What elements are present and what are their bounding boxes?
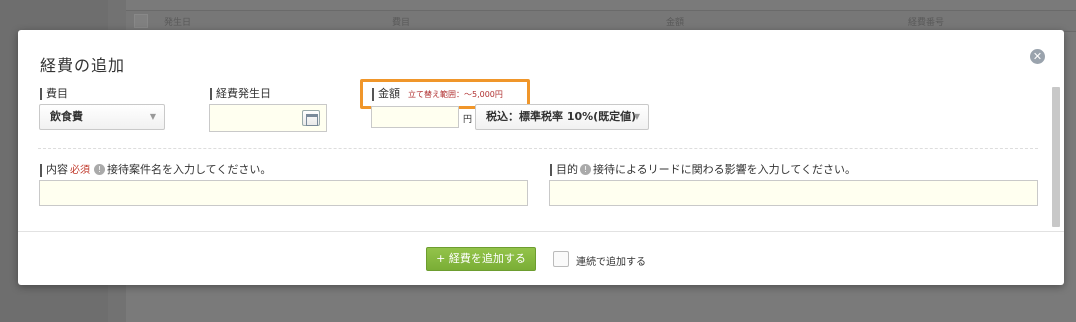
purpose-label-text: 目的 xyxy=(556,163,578,176)
purpose-input[interactable] xyxy=(549,180,1038,206)
dialog-footer: + 経費を追加する 連続で追加する xyxy=(18,231,1064,285)
close-icon[interactable]: ✕ xyxy=(1030,49,1045,64)
background-table-header: 発生日 費目 金額 経費番号 xyxy=(126,10,1076,32)
continuous-add-checkbox[interactable] xyxy=(553,251,569,267)
background-body xyxy=(126,286,1076,322)
amount-limit-hint: 立て替え範囲：〜5,000円 xyxy=(408,90,503,99)
content-label-text: 内容 xyxy=(46,163,68,176)
amount-label-text: 金額 xyxy=(378,87,400,100)
background-col-date: 発生日 xyxy=(164,18,192,28)
purpose-label: 目的! 接待によるリードに関わる影響を入力してください。 xyxy=(550,164,856,176)
date-label: 経費発生日 xyxy=(210,88,271,100)
background-col-amount: 金額 xyxy=(666,18,685,28)
form-divider xyxy=(38,148,1038,149)
dialog-scrollbar[interactable] xyxy=(1052,87,1060,227)
content-input[interactable] xyxy=(39,180,528,206)
tax-rate-select-value: 税込：標準税率 10%(既定値) xyxy=(486,110,637,123)
dialog-title: 経費の追加 xyxy=(40,56,126,75)
add-expense-dialog: 経費の追加 ✕ 費目 飲食費 ▼ 経費発生日 金額 立て替え範囲：〜5,000円 … xyxy=(18,30,1064,285)
background-select-all-checkbox xyxy=(134,14,148,28)
category-select-value: 飲食費 xyxy=(50,110,83,123)
purpose-help-text: 接待によるリードに関わる影響を入力してください。 xyxy=(593,163,857,176)
category-select[interactable]: 飲食費 ▼ xyxy=(39,104,165,130)
content-label: 内容 必須! 接待案件名を入力してください。 xyxy=(40,164,271,177)
amount-input[interactable] xyxy=(371,106,459,128)
background-col-category: 費目 xyxy=(392,18,411,28)
add-expense-button[interactable]: + 経費を追加する xyxy=(426,247,536,271)
amount-label: 金額 立て替え範囲：〜5,000円 xyxy=(372,88,503,101)
tax-rate-select[interactable]: 税込：標準税率 10%(既定値) ▼ xyxy=(475,104,649,130)
required-badge: 必須 xyxy=(70,165,90,176)
background-col-number: 経費番号 xyxy=(908,18,945,28)
help-icon: ! xyxy=(580,164,591,175)
category-label: 費目 xyxy=(40,88,68,100)
content-help-text: 接待案件名を入力してください。 xyxy=(107,163,272,176)
chevron-down-icon: ▼ xyxy=(149,112,156,121)
calendar-icon[interactable] xyxy=(302,110,320,126)
yen-unit: 円 xyxy=(463,115,473,125)
chevron-down-icon: ▼ xyxy=(633,112,640,121)
continuous-add-label: 連続で追加する xyxy=(576,257,646,268)
help-icon: ! xyxy=(94,164,105,175)
